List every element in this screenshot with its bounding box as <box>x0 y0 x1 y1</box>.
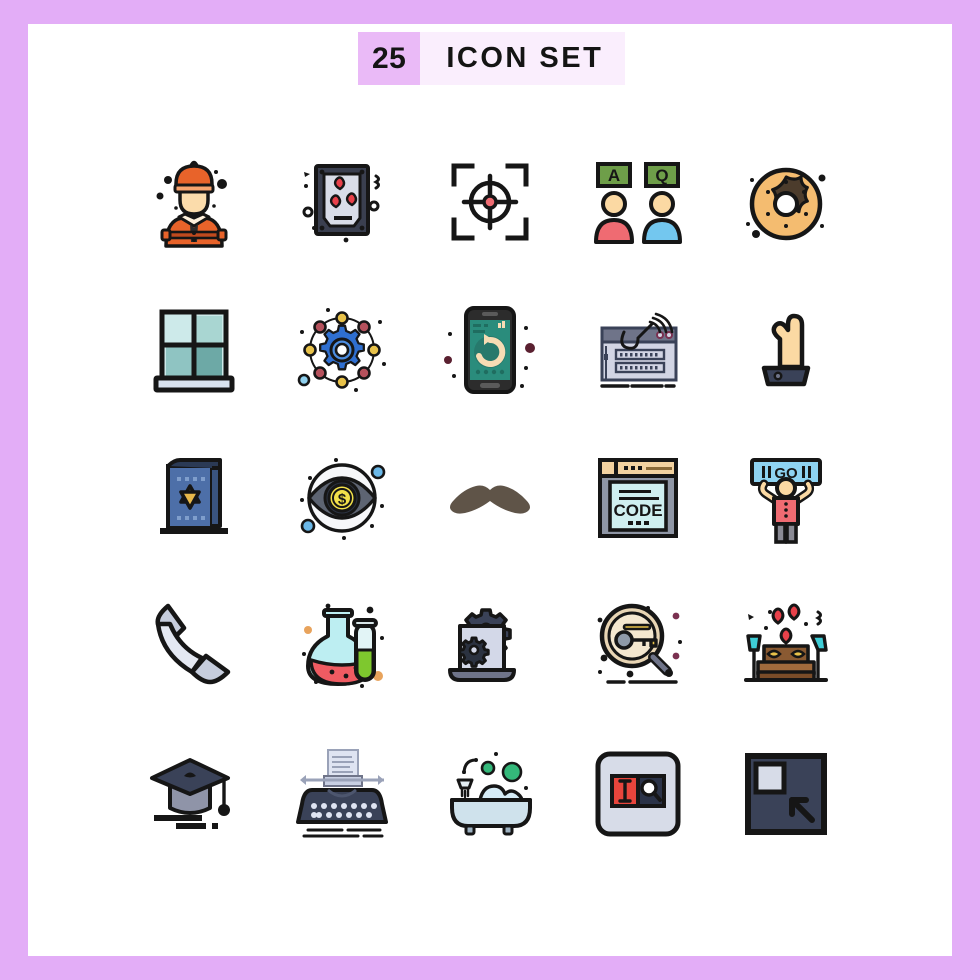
icon-cell-donut[interactable] <box>712 128 860 276</box>
code-window-icon: CODE <box>598 458 678 538</box>
moustache-icon <box>450 485 530 514</box>
phone-receiver-icon <box>155 603 231 685</box>
love-photo-frame-icon <box>302 164 380 243</box>
icon-cell-bathtub[interactable] <box>416 720 564 868</box>
icon-cell-torah-book[interactable] <box>120 424 268 572</box>
icon-count-badge: 25 <box>358 32 421 85</box>
torah-book-icon <box>160 458 228 534</box>
svg-text:Q: Q <box>655 166 668 185</box>
graduation-cap-icon <box>150 758 230 829</box>
go-sign-fan-icon: GO <box>750 458 822 544</box>
laptop-settings-icon <box>448 608 516 682</box>
icon-cell-chemistry-flask[interactable] <box>268 572 416 720</box>
svg-text:CODE: CODE <box>613 501 662 520</box>
icon-cell-raised-hand[interactable] <box>712 276 860 424</box>
icon-grid: A Q $ CODE GO <box>120 128 860 868</box>
icon-cell-go-sign-fan[interactable]: GO <box>712 424 860 572</box>
icon-cell-moustache[interactable] <box>416 424 564 572</box>
icon-cell-window[interactable] <box>120 276 268 424</box>
chemistry-flask-icon <box>302 603 384 688</box>
title-container: ICON SET <box>420 32 626 85</box>
keyword-search-icon <box>597 603 682 684</box>
icon-cell-code-window[interactable]: CODE <box>564 424 712 572</box>
icon-cell-keyword-search[interactable] <box>564 572 712 720</box>
svg-text:$: $ <box>338 491 347 508</box>
typewriter-icon <box>296 749 388 838</box>
icon-cell-money-eye[interactable]: $ <box>268 424 416 572</box>
question-answer-people-icon: A Q <box>594 162 682 244</box>
icon-cell-phishing-website[interactable] <box>564 276 712 424</box>
restore-window-icon <box>745 753 827 835</box>
header: 25 ICON SET <box>358 32 626 85</box>
focus-target-icon <box>451 163 529 241</box>
icon-cell-question-answer-people[interactable]: A Q <box>564 128 712 276</box>
settings-network-icon <box>297 308 386 392</box>
icon-cell-text-search-tool[interactable] <box>564 720 712 868</box>
icon-cell-love-photo-frame[interactable] <box>268 128 416 276</box>
icon-cell-focus-target[interactable] <box>416 128 564 276</box>
icon-set-page: 25 ICON SET A Q $ CODE GO <box>28 24 952 956</box>
svg-text:A: A <box>608 166 620 185</box>
icon-cell-settings-network[interactable] <box>268 276 416 424</box>
icon-cell-mobile-restore[interactable] <box>416 276 564 424</box>
icon-cell-graduation-cap[interactable] <box>120 720 268 868</box>
icon-cell-construction-worker[interactable] <box>120 128 268 276</box>
construction-worker-icon <box>156 160 228 248</box>
icon-cell-laptop-settings[interactable] <box>416 572 564 720</box>
romantic-bedroom-icon <box>744 603 828 682</box>
raised-hand-icon <box>761 313 811 387</box>
text-search-tool-icon <box>595 751 681 837</box>
icon-cell-phone-receiver[interactable] <box>120 572 268 720</box>
money-eye-icon: $ <box>300 458 386 540</box>
window-icon <box>153 309 235 393</box>
icon-cell-romantic-bedroom[interactable] <box>712 572 860 720</box>
donut-icon <box>746 167 826 241</box>
icon-cell-restore-window[interactable] <box>712 720 860 868</box>
bathtub-icon <box>450 752 532 836</box>
phishing-website-icon <box>600 312 678 388</box>
mobile-restore-icon <box>444 306 535 394</box>
icon-cell-typewriter[interactable] <box>268 720 416 868</box>
page-title: ICON SET <box>446 42 604 74</box>
